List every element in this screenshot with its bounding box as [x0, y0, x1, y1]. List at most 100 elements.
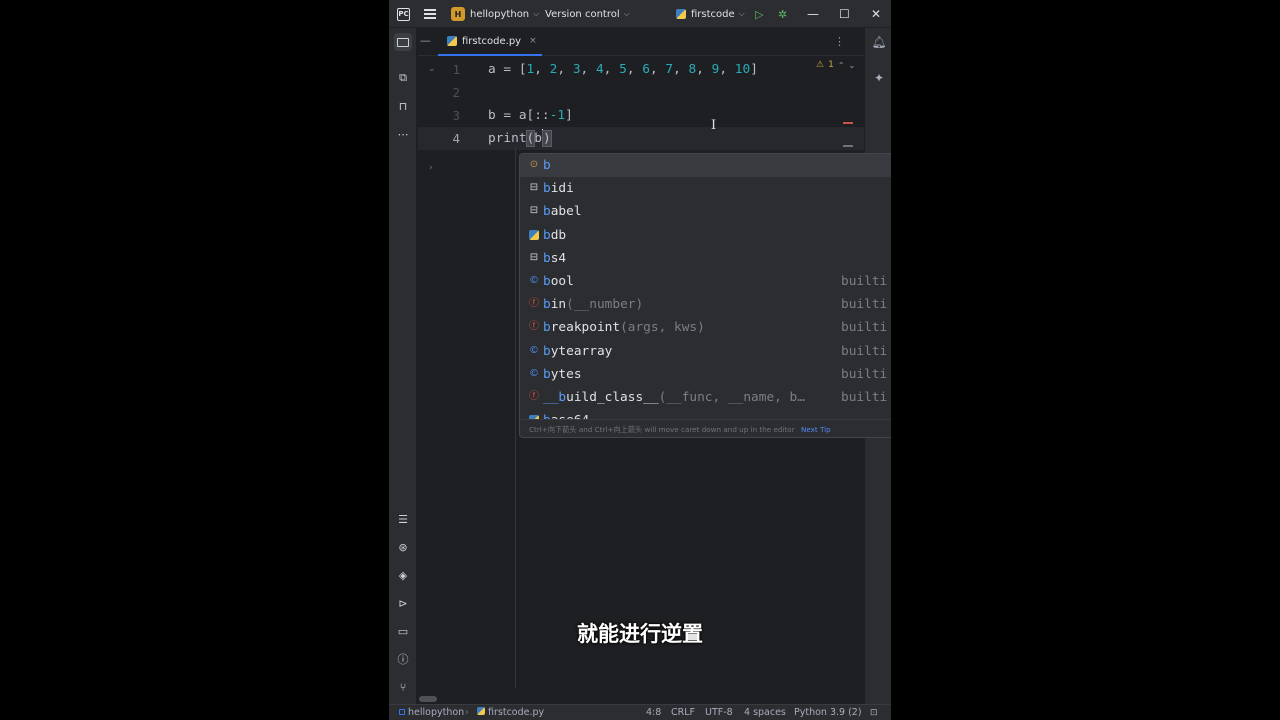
left-tool-strip: ⧉ ⊓ ⋯ ☰ ⊛ ◈ ⊳ ▭ ⓘ ⑂: [389, 28, 417, 704]
completion-item-type: builti: [841, 297, 888, 313]
interpreter[interactable]: Python 3.9 (2): [794, 705, 862, 720]
expand-chevron-icon[interactable]: ›: [429, 163, 433, 173]
python-icon: [676, 9, 686, 19]
completion-item[interactable]: ⊙ b: [520, 154, 891, 177]
vcs-label: Version control: [545, 8, 620, 20]
project-badge: H: [451, 7, 465, 21]
completion-item[interactable]: ⓕ __build_class__(__func, __name, b… built…: [520, 386, 891, 409]
project-icon: [399, 709, 405, 715]
todo-list-icon[interactable]: ☰: [394, 510, 412, 528]
stripe-marker[interactable]: [843, 145, 853, 147]
code-arg: b: [534, 131, 542, 146]
completion-item-label: bytes: [543, 366, 582, 382]
completion-item-label: breakpoint(args, kws): [543, 320, 705, 336]
lock-icon[interactable]: ⊡: [870, 705, 878, 720]
main-menu-icon[interactable]: [423, 0, 437, 28]
function-icon: ⓕ: [529, 298, 539, 310]
close-paren: ): [542, 130, 552, 147]
breadcrumb-file-label: firstcode.py: [488, 707, 545, 718]
caret-position[interactable]: 4:8: [646, 705, 661, 720]
notifications-icon[interactable]: 🔔︎: [871, 34, 887, 50]
python-packages-icon[interactable]: ⊛: [394, 538, 412, 556]
minimize-button[interactable]: —: [807, 0, 819, 28]
completion-item-type: builti: [841, 274, 888, 289]
line-number: 1: [452, 62, 460, 77]
completion-item-label: bin(__number): [543, 297, 644, 313]
breadcrumb-project[interactable]: hellopython: [399, 705, 464, 720]
bookmarks-icon[interactable]: ⊓: [394, 97, 412, 115]
footer-hint: Ctrl+向下箭头 and Ctrl+向上箭头 will move caret …: [529, 425, 795, 434]
completion-item[interactable]: © bytes builti: [520, 363, 891, 386]
inspection-widget[interactable]: ⚠ 1 ⌃ ⌄: [816, 60, 855, 70]
problems-icon[interactable]: ⓘ: [394, 650, 412, 668]
close-tab-icon[interactable]: ×: [529, 36, 537, 46]
structure-icon[interactable]: ⧉: [394, 69, 412, 87]
file-encoding[interactable]: UTF-8: [705, 705, 733, 720]
more-tools-icon[interactable]: ⋯: [394, 125, 412, 143]
completion-footer: Ctrl+向下箭头 and Ctrl+向上箭头 will move caret …: [520, 419, 891, 437]
package-icon: ⊟: [529, 205, 539, 217]
completion-item[interactable]: © bool builti: [520, 270, 891, 293]
completion-item-type: builti: [841, 343, 888, 359]
function-icon: ⓕ: [529, 391, 539, 402]
layers-icon[interactable]: ◈: [394, 566, 412, 584]
completion-item[interactable]: ⊟ bidi: [520, 177, 891, 200]
class-icon: ©: [529, 367, 539, 379]
code-fn: print: [488, 131, 527, 146]
chevron-down-icon[interactable]: ⌄: [849, 61, 856, 70]
run-icon[interactable]: ▷: [755, 0, 763, 28]
completion-item-label: b: [543, 158, 551, 173]
run-config-selector[interactable]: firstcode ⌵: [676, 0, 745, 28]
completion-item-label: bool: [543, 274, 574, 289]
code-line[interactable]: 2: [418, 81, 864, 104]
breadcrumb-file[interactable]: firstcode.py: [477, 705, 544, 720]
completion-item[interactable]: © bytearray builti: [520, 340, 891, 363]
completion-item[interactable]: ⊟ bs4: [520, 247, 891, 270]
package-icon: ⊟: [529, 251, 539, 263]
chevron-up-icon[interactable]: ⌃: [838, 61, 845, 70]
chevron-down-icon: ⌵: [533, 9, 540, 18]
more-options-icon[interactable]: ⋮: [834, 35, 845, 48]
completion-item-label: bs4: [543, 250, 567, 266]
close-window-button[interactable]: ✕: [871, 0, 881, 28]
video-subtitle: 就能进行逆置: [577, 622, 703, 646]
code-line[interactable]: 1 a = [1, 2, 3, 4, 5, 6, 7, 8, 9, 10]: [418, 58, 864, 81]
line-number: 2: [452, 85, 460, 100]
maximize-button[interactable]: ☐: [839, 0, 850, 28]
vcs-widget[interactable]: Version control ⌵: [545, 0, 630, 28]
python-icon: [477, 707, 485, 715]
indent-setting[interactable]: 4 spaces: [744, 705, 786, 720]
git-branch-icon[interactable]: ⑂: [394, 678, 412, 696]
next-tip-link[interactable]: Next Tip: [801, 425, 831, 434]
completion-item[interactable]: ⓕ bin(__number) builti: [520, 293, 891, 316]
project-folder-icon[interactable]: [394, 33, 412, 51]
completion-item[interactable]: ⓕ breakpoint(args, kws) builti: [520, 316, 891, 339]
debug-icon[interactable]: ✲: [778, 0, 787, 28]
horizontal-scrollbar[interactable]: [419, 696, 437, 702]
completion-item-label: bytearray: [543, 343, 613, 359]
class-icon: ©: [529, 344, 539, 356]
code-line-current[interactable]: 4 print(b): [418, 127, 864, 150]
line-number: 3: [452, 108, 460, 123]
breadcrumb-separator: ›: [465, 707, 469, 718]
completion-item[interactable]: bdb: [520, 224, 891, 247]
code-line[interactable]: 3 b = a[::-1]: [418, 104, 864, 127]
package-icon: ⊟: [529, 182, 539, 194]
services-icon[interactable]: ⊳: [394, 594, 412, 612]
inspection-count: 1: [828, 60, 834, 70]
tab-label: firstcode.py: [462, 35, 522, 47]
line-ending[interactable]: CRLF: [671, 705, 695, 720]
ai-assistant-icon[interactable]: ✦: [871, 70, 887, 86]
code-text: print(b): [488, 127, 552, 150]
error-stripe-marker[interactable]: [843, 122, 853, 124]
tab-firstcode[interactable]: firstcode.py ×: [438, 28, 542, 56]
line-number: 4: [452, 131, 460, 146]
project-switcher[interactable]: H hellopython ⌵: [451, 0, 539, 28]
indent-guide: [515, 148, 516, 688]
completion-item[interactable]: ⊟ babel: [520, 200, 891, 223]
app-logo-icon[interactable]: PC: [397, 0, 411, 28]
collapse-icon[interactable]: —: [420, 35, 432, 47]
python-module-icon: [528, 229, 540, 241]
code-text: b = a[::-1]: [488, 108, 573, 123]
completion-item-label: babel: [543, 204, 582, 220]
